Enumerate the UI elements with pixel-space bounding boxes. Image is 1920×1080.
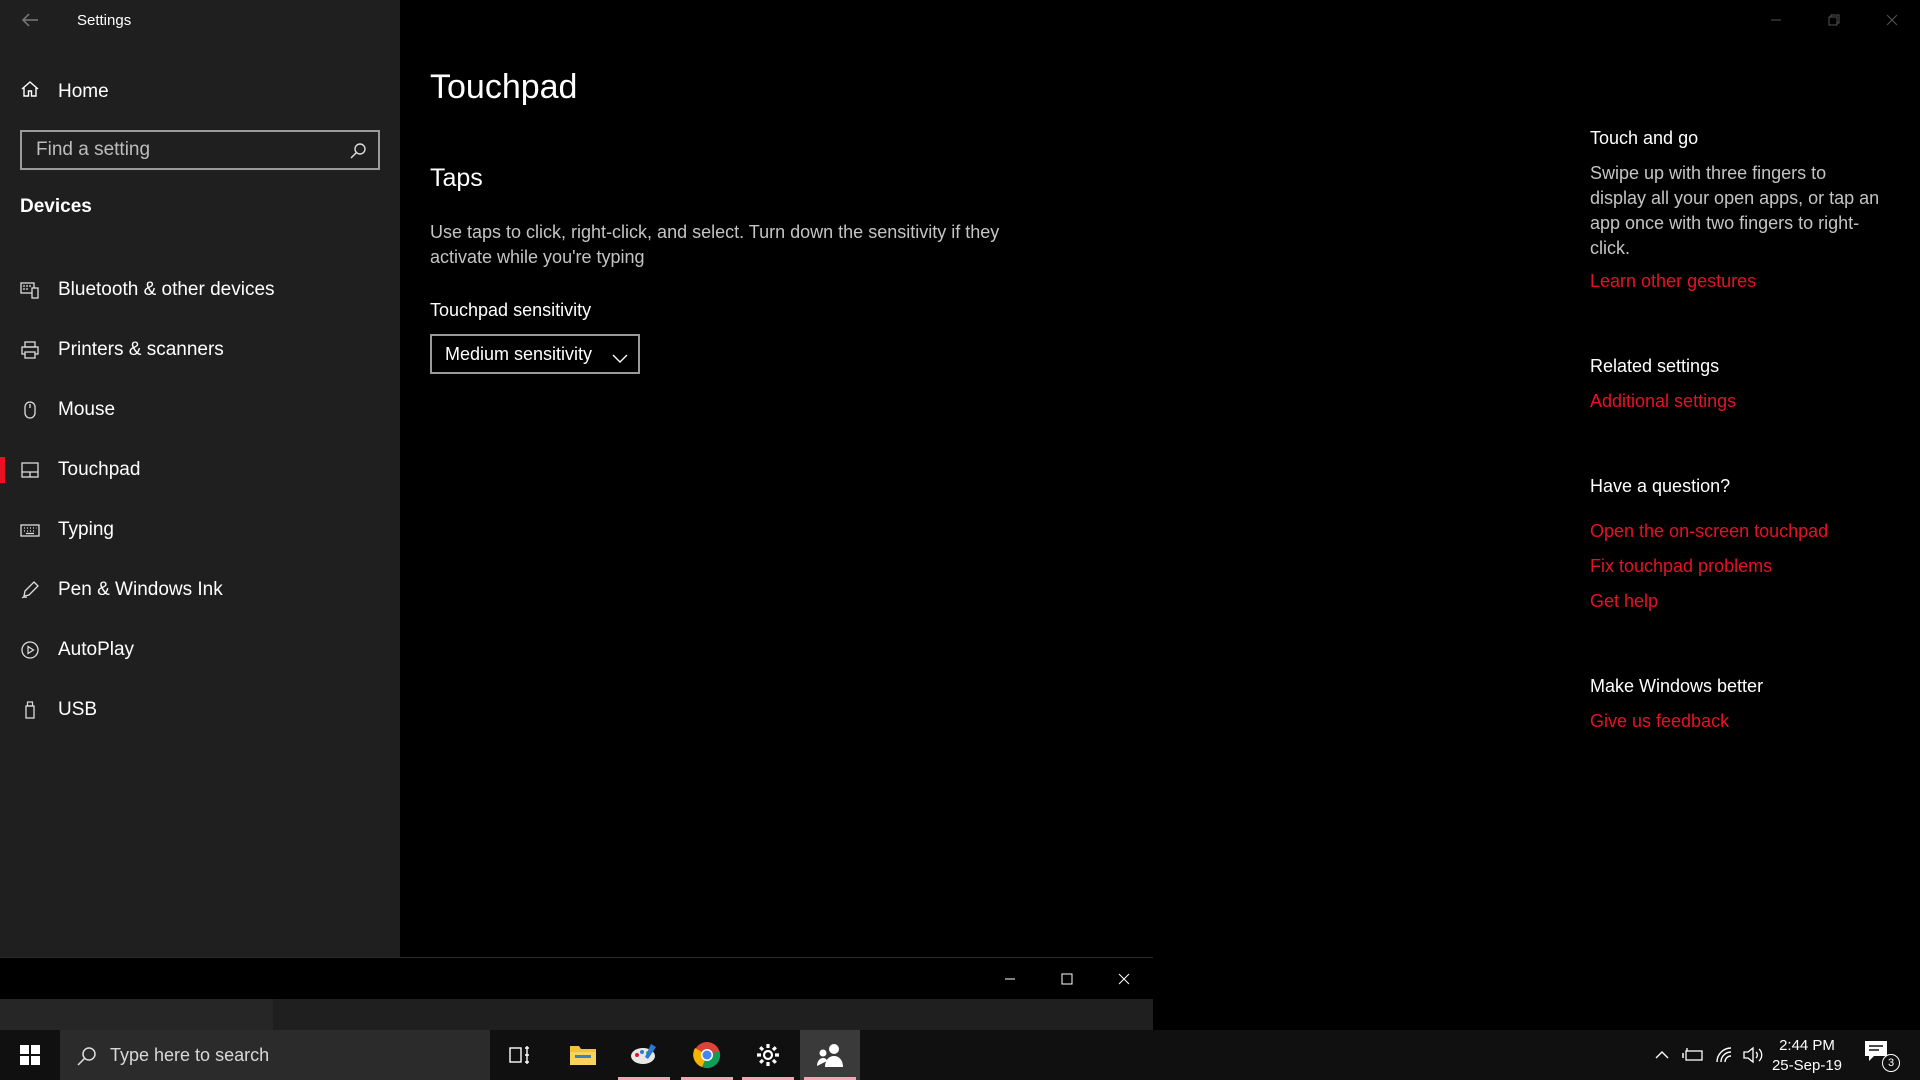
pen-icon [20,580,40,600]
learn-other-gestures-link[interactable]: Learn other gestures [1590,271,1756,292]
sidebar-item-pen[interactable]: Pen & Windows Ink [0,560,400,620]
sidebar-item-touchpad[interactable]: Touchpad [0,440,400,500]
taps-description: Use taps to click, right-click, and sele… [430,222,1000,267]
back-arrow-icon[interactable] [18,8,42,32]
related-settings-heading: Related settings [1590,356,1720,376]
battery-icon[interactable] [1681,1043,1705,1067]
touch-and-go-heading: Touch and go [1590,128,1699,148]
sidebar-item-usb[interactable]: USB [0,680,400,740]
mouse-icon [20,400,40,420]
notification-count-badge: 3 [1882,1054,1900,1072]
sidebar-item-label: Pen & Windows Ink [58,579,223,600]
windows-logo-icon [20,1045,40,1065]
sidebar-item-label: USB [58,699,98,720]
dropdown-selected-value: Medium sensitivity [445,343,593,364]
chevron-down-icon [612,348,628,363]
network-icon[interactable] [1713,1043,1737,1067]
sidebar-item-autoplay[interactable]: AutoPlay [0,620,400,680]
clock-time: 2:44 PM [1779,1037,1835,1054]
taskbar-clock[interactable]: 2:44 PM 25-Sep-19 [1762,1036,1852,1076]
sidebar-item-label: Touchpad [58,459,141,480]
sidebar-item-mouse[interactable]: Mouse [0,380,400,440]
taskbar: Type here to search 2:44 PM 25-Sep-19 3 [0,1030,1920,1080]
secondary-close-button[interactable] [1096,958,1152,1000]
touch-and-go-text: Swipe up with three fingers to display a… [1590,163,1880,258]
bluetooth-devices-icon [20,280,40,300]
sidebar-item-label: Printers & scanners [58,339,224,360]
touchpad-icon [20,460,40,480]
touchpad-sensitivity-dropdown[interactable]: Medium sensitivity [430,334,640,374]
secondary-minimize-button[interactable] [982,958,1038,1000]
taps-section-title: Taps [430,164,483,192]
give-us-feedback-link[interactable]: Give us feedback [1590,711,1729,732]
close-icon [1886,14,1898,26]
secondary-window-body [0,999,1153,1030]
taskbar-search-box[interactable]: Type here to search [60,1030,490,1080]
sidebar-item-label: Typing [58,519,114,540]
settings-main-panel: Touchpad Taps Use taps to click, right-c… [400,0,1920,1030]
gear-icon [757,1044,779,1066]
autoplay-icon [20,640,40,660]
search-icon[interactable] [348,141,368,161]
home-label: Home [58,81,109,102]
paint-icon [631,1044,656,1064]
chevron-up-icon[interactable] [1650,1043,1674,1067]
restore-icon [1828,14,1840,26]
printer-icon [20,340,40,360]
usb-icon [20,700,40,720]
home-nav-item[interactable]: Home [20,78,109,106]
task-view-button[interactable] [490,1030,550,1080]
home-icon [20,79,40,105]
people-icon [817,1044,843,1067]
close-button[interactable] [1864,0,1920,40]
secondary-maximize-button[interactable] [1039,958,1095,1000]
file-explorer-button[interactable] [553,1030,613,1080]
sidebar-item-label: Mouse [58,399,116,420]
minimize-icon [1005,978,1015,980]
app-title: Settings [77,12,132,29]
task-view-icon [509,1046,529,1064]
secondary-window-pane [0,999,273,1030]
taskbar-search-placeholder: Type here to search [110,1044,270,1065]
action-center-button[interactable]: 3 [1862,1038,1902,1072]
settings-search-input[interactable] [22,132,378,168]
search-icon [76,1045,98,1067]
page-title: Touchpad [430,68,578,106]
make-windows-better-heading: Make Windows better [1590,676,1764,696]
minimize-icon [1771,19,1781,21]
settings-app-button[interactable] [738,1030,798,1080]
file-explorer-icon [570,1046,596,1065]
people-app-button[interactable] [800,1030,860,1080]
sidebar-item-typing[interactable]: Typing [0,500,400,560]
additional-settings-link[interactable]: Additional settings [1590,391,1736,412]
paint-app-button[interactable] [614,1030,674,1080]
maximize-icon [1061,973,1073,985]
minimize-button[interactable] [1748,0,1804,40]
restore-button[interactable] [1806,0,1862,40]
section-title-devices: Devices [20,196,92,217]
chrome-icon [693,1042,721,1069]
start-button[interactable] [0,1030,60,1080]
get-help-link[interactable]: Get help [1590,591,1658,612]
open-onscreen-touchpad-link[interactable]: Open the on-screen touchpad [1590,521,1828,542]
settings-search-box[interactable] [20,130,380,170]
sidebar-item-label: Bluetooth & other devices [58,279,275,300]
fix-touchpad-problems-link[interactable]: Fix touchpad problems [1590,556,1772,577]
keyboard-icon [20,520,40,540]
close-icon [1118,973,1130,985]
sidebar-item-printers[interactable]: Printers & scanners [0,320,400,380]
touchpad-sensitivity-label: Touchpad sensitivity [430,300,592,320]
sidebar-nav: Bluetooth & other devices Printers & sca… [0,260,400,740]
settings-sidebar: Settings Home Devices Bluetooth & other … [0,0,400,957]
clock-date: 25-Sep-19 [1771,1057,1843,1074]
secondary-window-titlebar [0,957,1153,999]
sidebar-item-bluetooth[interactable]: Bluetooth & other devices [0,260,400,320]
sidebar-item-label: AutoPlay [58,639,135,660]
have-a-question-heading: Have a question? [1590,476,1731,496]
chrome-app-button[interactable] [677,1030,737,1080]
